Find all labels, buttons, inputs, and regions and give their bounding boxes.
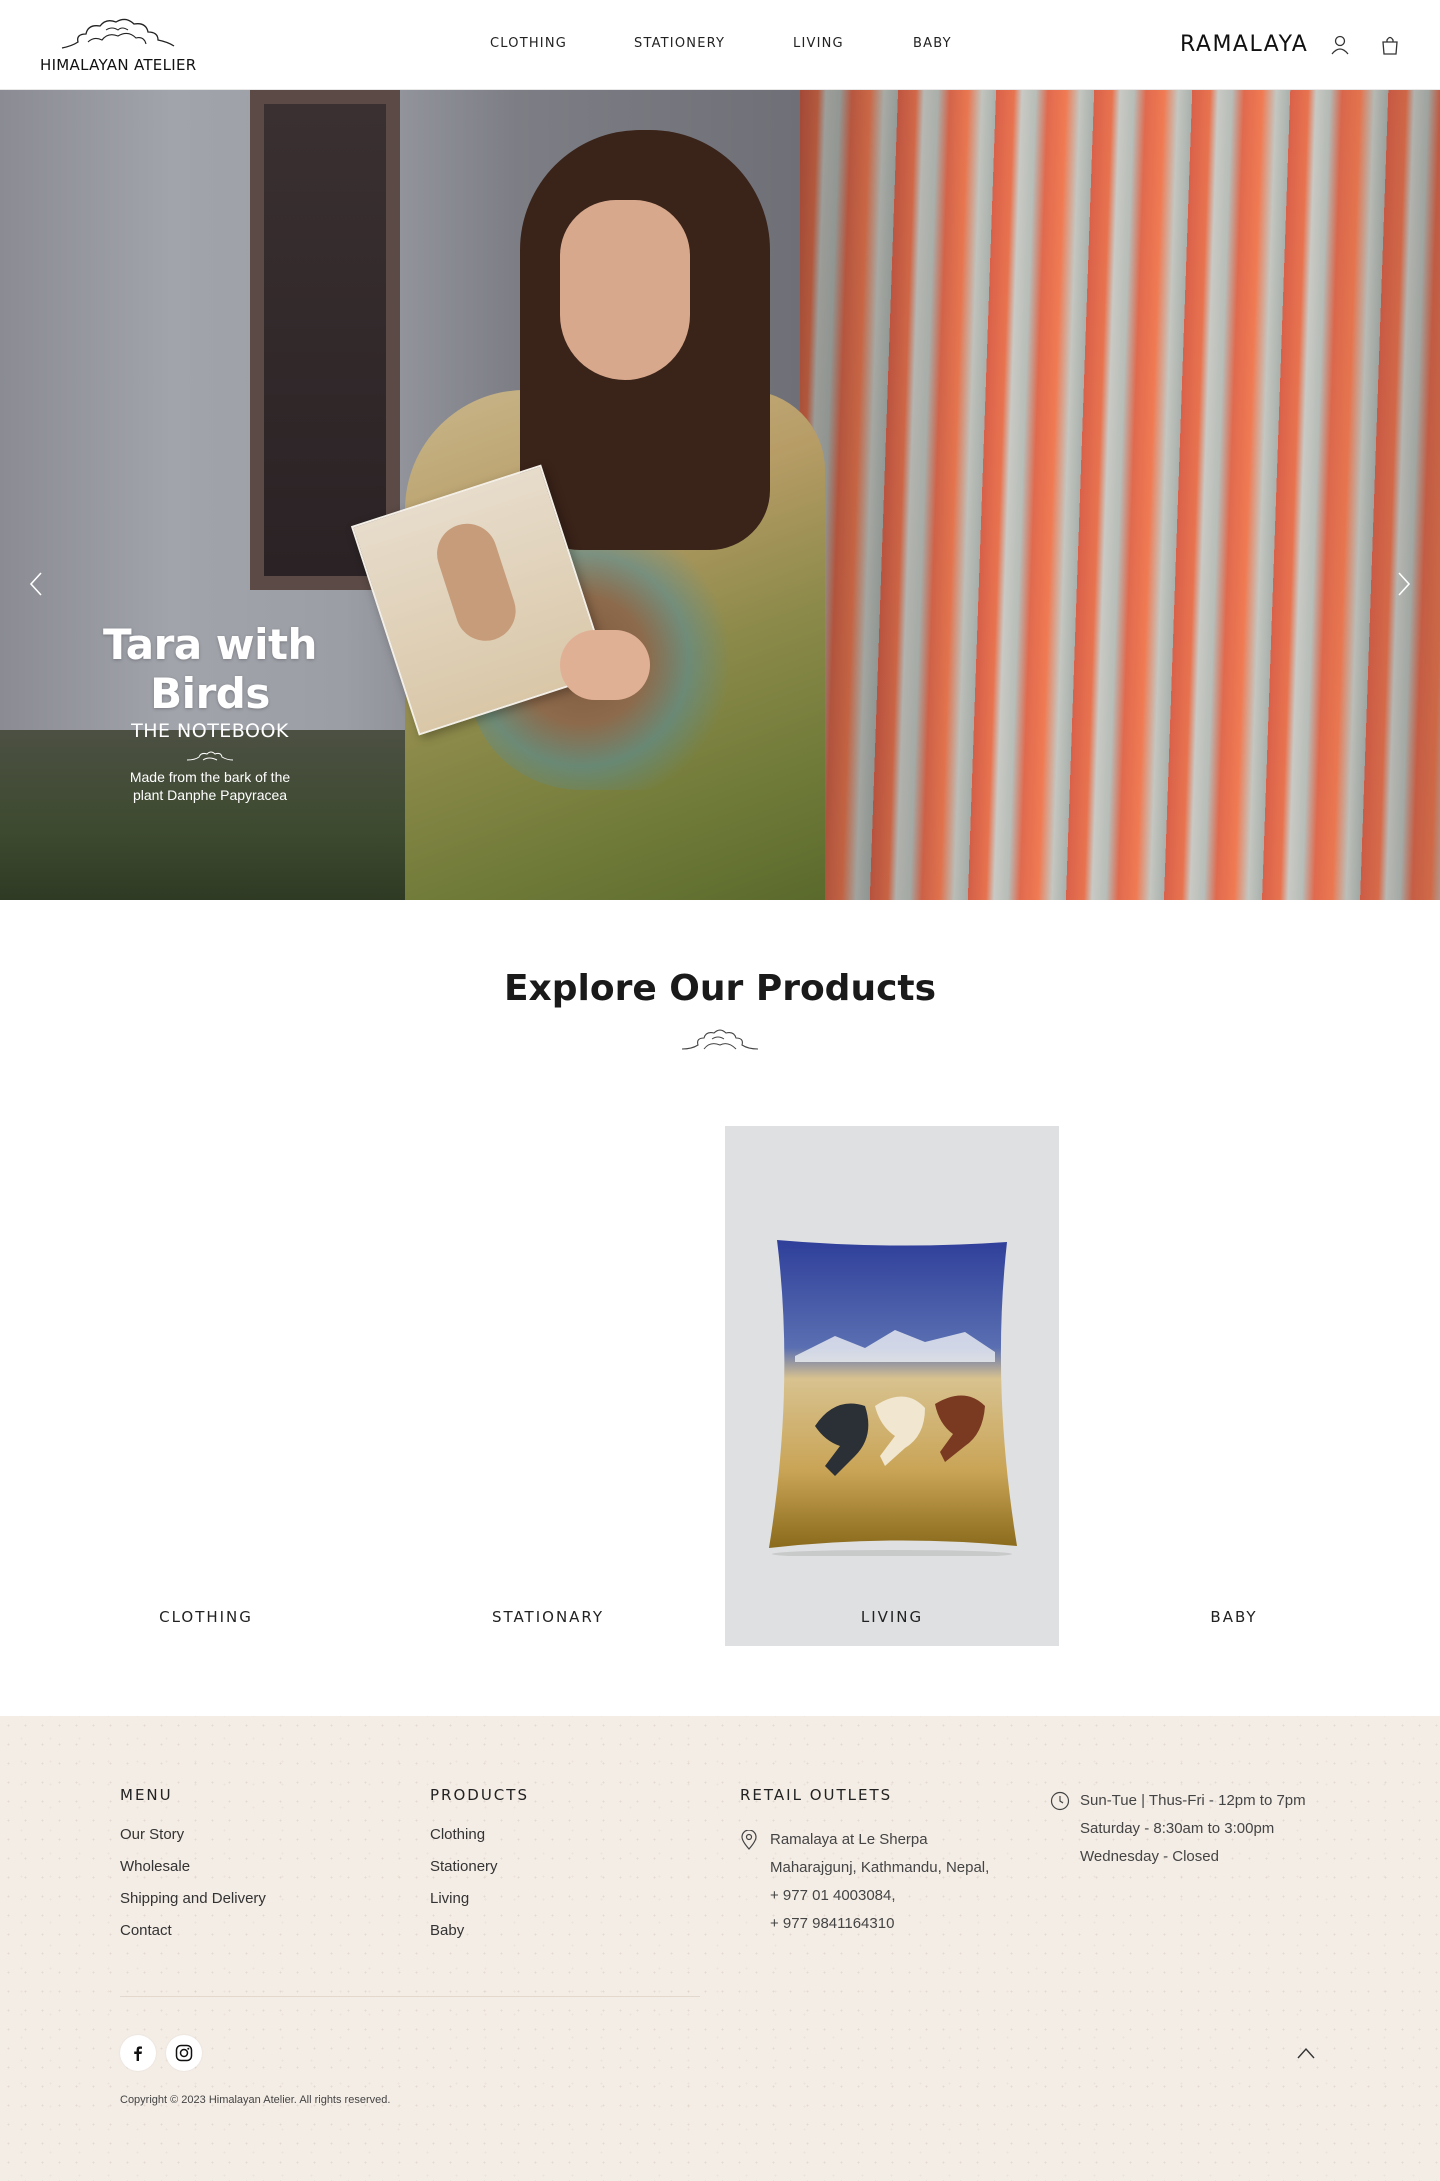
retail-phone: + 977 01 4003084, [770,1887,896,1904]
facebook-icon[interactable] [120,2035,156,2071]
footer-link-shipping[interactable]: Shipping and Delivery [120,1890,266,1907]
hero-window [250,90,400,590]
footer-hours: Sun-Tue | Thus-Fri - 12pm to 7pm Saturda… [1050,1787,1306,1871]
cloud-ornament-icon [681,1029,759,1050]
footer-divider [120,1996,700,1997]
retail-address: Ramalaya at Le Sherpa Maharajgunj, Kathm… [740,1826,989,1938]
footer-link-baby[interactable]: Baby [430,1922,529,1939]
cloud-ornament-icon [186,751,234,761]
hero-subtitle: THE NOTEBOOK [131,720,289,742]
account-icon[interactable] [1329,34,1351,56]
hero-description-line-2: plant Danphe Papyracea [132,787,288,803]
footer-retail-heading: RETAIL OUTLETS [740,1786,893,1804]
nav-living[interactable]: LIVING [793,36,844,51]
category-label: STATIONARY [491,1608,605,1626]
footer-link-our-story[interactable]: Our Story [120,1826,266,1843]
footer-menu: MENU Our Story Wholesale Shipping and De… [120,1786,266,1954]
footer-link-living[interactable]: Living [430,1890,529,1907]
shopping-bag-icon[interactable] [1379,34,1401,56]
footer-retail-outlets: RETAIL OUTLETS Ramalaya at Le Sherpa Mah… [740,1786,989,1938]
footer-link-contact[interactable]: Contact [120,1922,266,1939]
nav-stationery[interactable]: STATIONERY [634,36,725,51]
category-stationary[interactable]: STATIONARY [381,1126,715,1646]
horse-pillow-image [769,1240,1017,1556]
site-footer: MENU Our Story Wholesale Shipping and De… [0,1716,1440,2181]
retail-phone: + 977 9841164310 [770,1915,895,1932]
hours-line: Wednesday - Closed [1080,1848,1219,1865]
retail-line: Ramalaya at Le Sherpa [770,1831,928,1848]
chevron-right-icon[interactable] [1393,570,1413,598]
clock-icon [1050,1791,1070,1811]
footer-products-heading: PRODUCTS [430,1786,529,1804]
ramalaya-brand-link[interactable]: RAMALAYA [1180,32,1308,57]
retail-line: Maharajgunj, Kathmandu, Nepal, [770,1859,990,1876]
hero-title: Tara with Birds [103,620,317,718]
hero-slider: Tara with Birds THE NOTEBOOK Made from t… [0,90,1440,900]
footer-link-clothing[interactable]: Clothing [430,1826,529,1843]
nav-clothing[interactable]: CLOTHING [490,36,567,51]
category-baby[interactable]: BABY [1067,1126,1401,1646]
chevron-up-icon[interactable] [1296,2046,1316,2060]
category-label: BABY [1210,1608,1258,1626]
footer-link-wholesale[interactable]: Wholesale [120,1858,266,1875]
footer-link-stationery[interactable]: Stationery [430,1858,529,1875]
site-header: HIMALAYAN ATELIER CLOTHING STATIONERY LI… [0,0,1440,90]
footer-menu-heading: MENU [120,1786,173,1804]
category-clothing[interactable]: CLOTHING [39,1126,373,1646]
hours-line: Saturday - 8:30am to 3:00pm [1080,1820,1275,1837]
hours-line: Sun-Tue | Thus-Fri - 12pm to 7pm [1080,1792,1306,1809]
instagram-icon[interactable] [166,2035,202,2071]
copyright-text: Copyright © 2023 Himalayan Atelier. All … [120,2094,391,2106]
category-living[interactable]: LIVING [725,1126,1059,1646]
hero-caption: Tara with Birds THE NOTEBOOK Made from t… [40,620,380,804]
footer-products: PRODUCTS Clothing Stationery Living Baby [430,1786,529,1954]
chevron-left-icon[interactable] [27,570,47,598]
location-pin-icon [741,1830,757,1850]
category-label: CLOTHING [159,1608,253,1626]
logo-text: HIMALAYAN ATELIER [40,56,197,74]
hero-description-line-1: Made from the bark of the [129,769,291,785]
category-label: LIVING [860,1608,924,1626]
nav-baby[interactable]: BABY [913,36,952,51]
section-title: Explore Our Products [503,968,937,1009]
